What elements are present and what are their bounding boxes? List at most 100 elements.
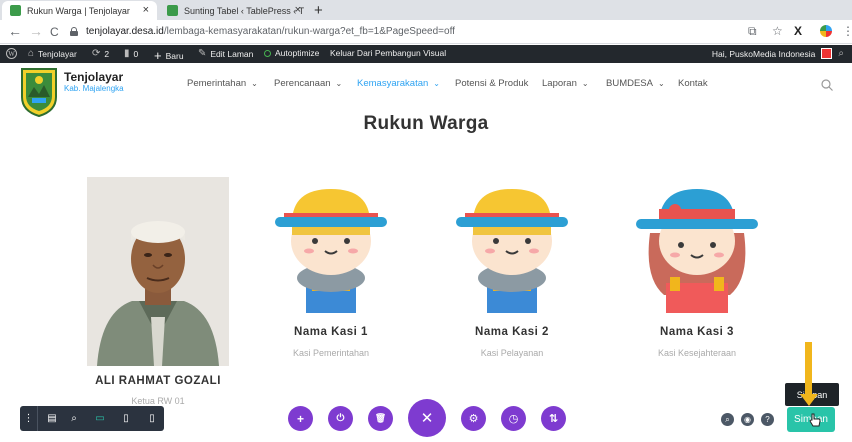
wp-admin-bar: W ⌂ Tenjolayar ⟳ 2 ▮ 0 + Baru ✎ Edit Lam… [0,45,852,63]
member-role: Kasi Kesejahteraan [657,348,737,358]
plus-button[interactable]: + [288,406,313,431]
site-logo-icon[interactable] [20,67,58,117]
menu-kemasyarakatan[interactable]: Kemasyarakatan ⌄ [357,78,440,89]
menu-label: Kontak [678,78,708,89]
search-icon[interactable]: ⌕ [838,48,844,59]
updates-icon: ⟳ [92,48,101,59]
zoom-icon[interactable]: ⌕ [64,406,84,431]
annotation-arrow [805,342,812,397]
chevron-down-icon: ⌄ [433,79,440,88]
user-avatar [821,48,833,59]
tab-title: Sunting Tabel ‹ TablePress ‹ T [184,5,305,16]
annotation-arrow-head [800,394,818,406]
wp-new-content[interactable]: + Baru [154,48,184,63]
translate-icon[interactable]: ⧉ [748,24,757,39]
edit-label: Edit Laman [210,48,254,59]
plus-icon: + [154,48,162,63]
member-role: Kasi Pelayanan [480,348,544,358]
chevron-down-icon: ⌄ [581,79,589,88]
search-icon[interactable] [821,79,833,91]
close-tab-icon[interactable]: × [295,4,301,16]
desktop-icon[interactable]: ▭ [90,406,110,431]
site-name[interactable]: Tenjolayar [64,70,123,84]
page-title: Rukun Warga [363,113,489,134]
menu-label: Perencanaan [274,78,331,89]
menu-laporan[interactable]: Laporan ⌄ [542,78,589,89]
bookmark-star-icon[interactable]: ☆ [772,24,783,38]
exit-builder-label: Keluar Dari Pembangun Visual [330,48,447,58]
back-button[interactable]: ← [8,23,22,39]
greeting: Hai, PuskoMedia Indonesia [711,48,816,59]
site-favicon-icon [10,5,21,16]
close-tab-icon[interactable]: × [143,4,149,16]
wp-autoptimize[interactable]: Autoptimize [264,48,319,58]
close-button[interactable]: ✕ [408,399,446,437]
updates-count: 2 [104,48,110,59]
trash-button[interactable]: 🗑 [368,406,393,431]
history-button[interactable]: ◷ [501,406,526,431]
menu-label: Kemasyarakatan [357,78,429,89]
status-dot-icon [264,49,271,57]
comments-count: 0 [133,48,139,59]
chevron-down-icon: ⌄ [335,79,343,88]
tablet-icon[interactable]: ▯ [116,406,136,431]
chevron-down-icon: ⌄ [251,79,258,88]
girl-hat-icon [636,189,758,313]
layers-icon[interactable]: ◉ [741,413,754,426]
tab-title: Rukun Warga | Tenjolayar [27,5,130,16]
wp-comments[interactable]: ▮ 0 [124,48,138,59]
browser-menu-icon[interactable]: ⋮ [842,24,852,38]
member-name: Nama Kasi 2 [475,326,549,338]
member-role: Kasi Pemerintahan [292,348,370,358]
forward-button[interactable]: → [29,23,43,39]
address-bar-row: ← → C tenjolayar.desa.id/lembaga-kemasya… [0,20,852,44]
menu-dots-icon[interactable]: ⋮ [20,406,38,431]
site-subtitle: Kab. Majalengka [64,84,124,93]
menu-bumdesa[interactable]: BUMDESA ⌄ [606,78,665,89]
wp-edit-page[interactable]: ✎ Edit Laman [198,48,253,59]
new-label: Baru [165,50,184,61]
tab-rukun-warga[interactable]: Rukun Warga | Tenjolayar × [2,1,157,20]
reload-button[interactable]: C [50,25,59,39]
url-host: tenjolayar.desa.id [86,26,164,37]
member-name: ALI RAHMAT GOZALI [95,375,221,387]
new-tab-button[interactable]: + [314,2,323,19]
menu-kontak[interactable]: Kontak [678,78,708,89]
pencil-icon: ✎ [198,48,207,59]
sort-button[interactable]: ⇅ [541,406,566,431]
member-photo [87,177,229,366]
power-button[interactable]: ⏻ [328,406,353,431]
wp-site-link[interactable]: ⌂ Tenjolayar [28,48,77,59]
tab-sunting-tabel[interactable]: Sunting Tabel ‹ TablePress ‹ T × [159,1,309,20]
menu-pemerintahan[interactable]: Pemerintahan ⌄ [187,78,258,89]
site-favicon-icon [167,5,178,16]
wp-exit-builder[interactable]: Keluar Dari Pembangun Visual [330,48,446,58]
menu-label: Laporan [542,78,577,89]
comment-icon: ▮ [124,48,130,59]
lock-icon [70,27,78,36]
phone-icon[interactable]: ▯ [142,406,162,431]
boy-hat-icon [275,189,387,313]
dashboard-icon: ⌂ [28,48,35,59]
browser-tab-bar: Rukun Warga | Tenjolayar × Sunting Tabel… [0,0,852,20]
wp-site-name: Tenjolayar [38,48,77,59]
wireframe-icon[interactable]: ▤ [42,406,62,431]
menu-potensi-produk[interactable]: Potensi & Produk [455,78,528,89]
help-icon[interactable]: ? [761,413,774,426]
member-name: Nama Kasi 3 [660,326,734,338]
search-icon[interactable]: ⌕ [721,413,734,426]
wordpress-logo-icon[interactable]: W [6,48,17,59]
wp-updates[interactable]: ⟳ 2 [92,48,109,59]
chevron-down-icon: ⌄ [657,79,665,88]
autoptimize-label: Autoptimize [275,48,320,58]
extension-color-icon[interactable] [820,25,832,37]
member-role: Ketua RW 01 [131,396,185,406]
menu-perencanaan[interactable]: Perencanaan ⌄ [274,78,342,89]
url-field[interactable]: tenjolayar.desa.id/lembaga-kemasyarakata… [70,23,730,40]
member-name: Nama Kasi 1 [294,326,368,338]
wp-account[interactable]: Hai, PuskoMedia Indonesia ⌕ [712,48,844,59]
extension-x-icon[interactable]: X [794,24,802,38]
boy-hat-icon [456,189,568,313]
settings-button[interactable]: ⚙ [461,406,486,431]
menu-label: BUMDESA [606,78,653,89]
